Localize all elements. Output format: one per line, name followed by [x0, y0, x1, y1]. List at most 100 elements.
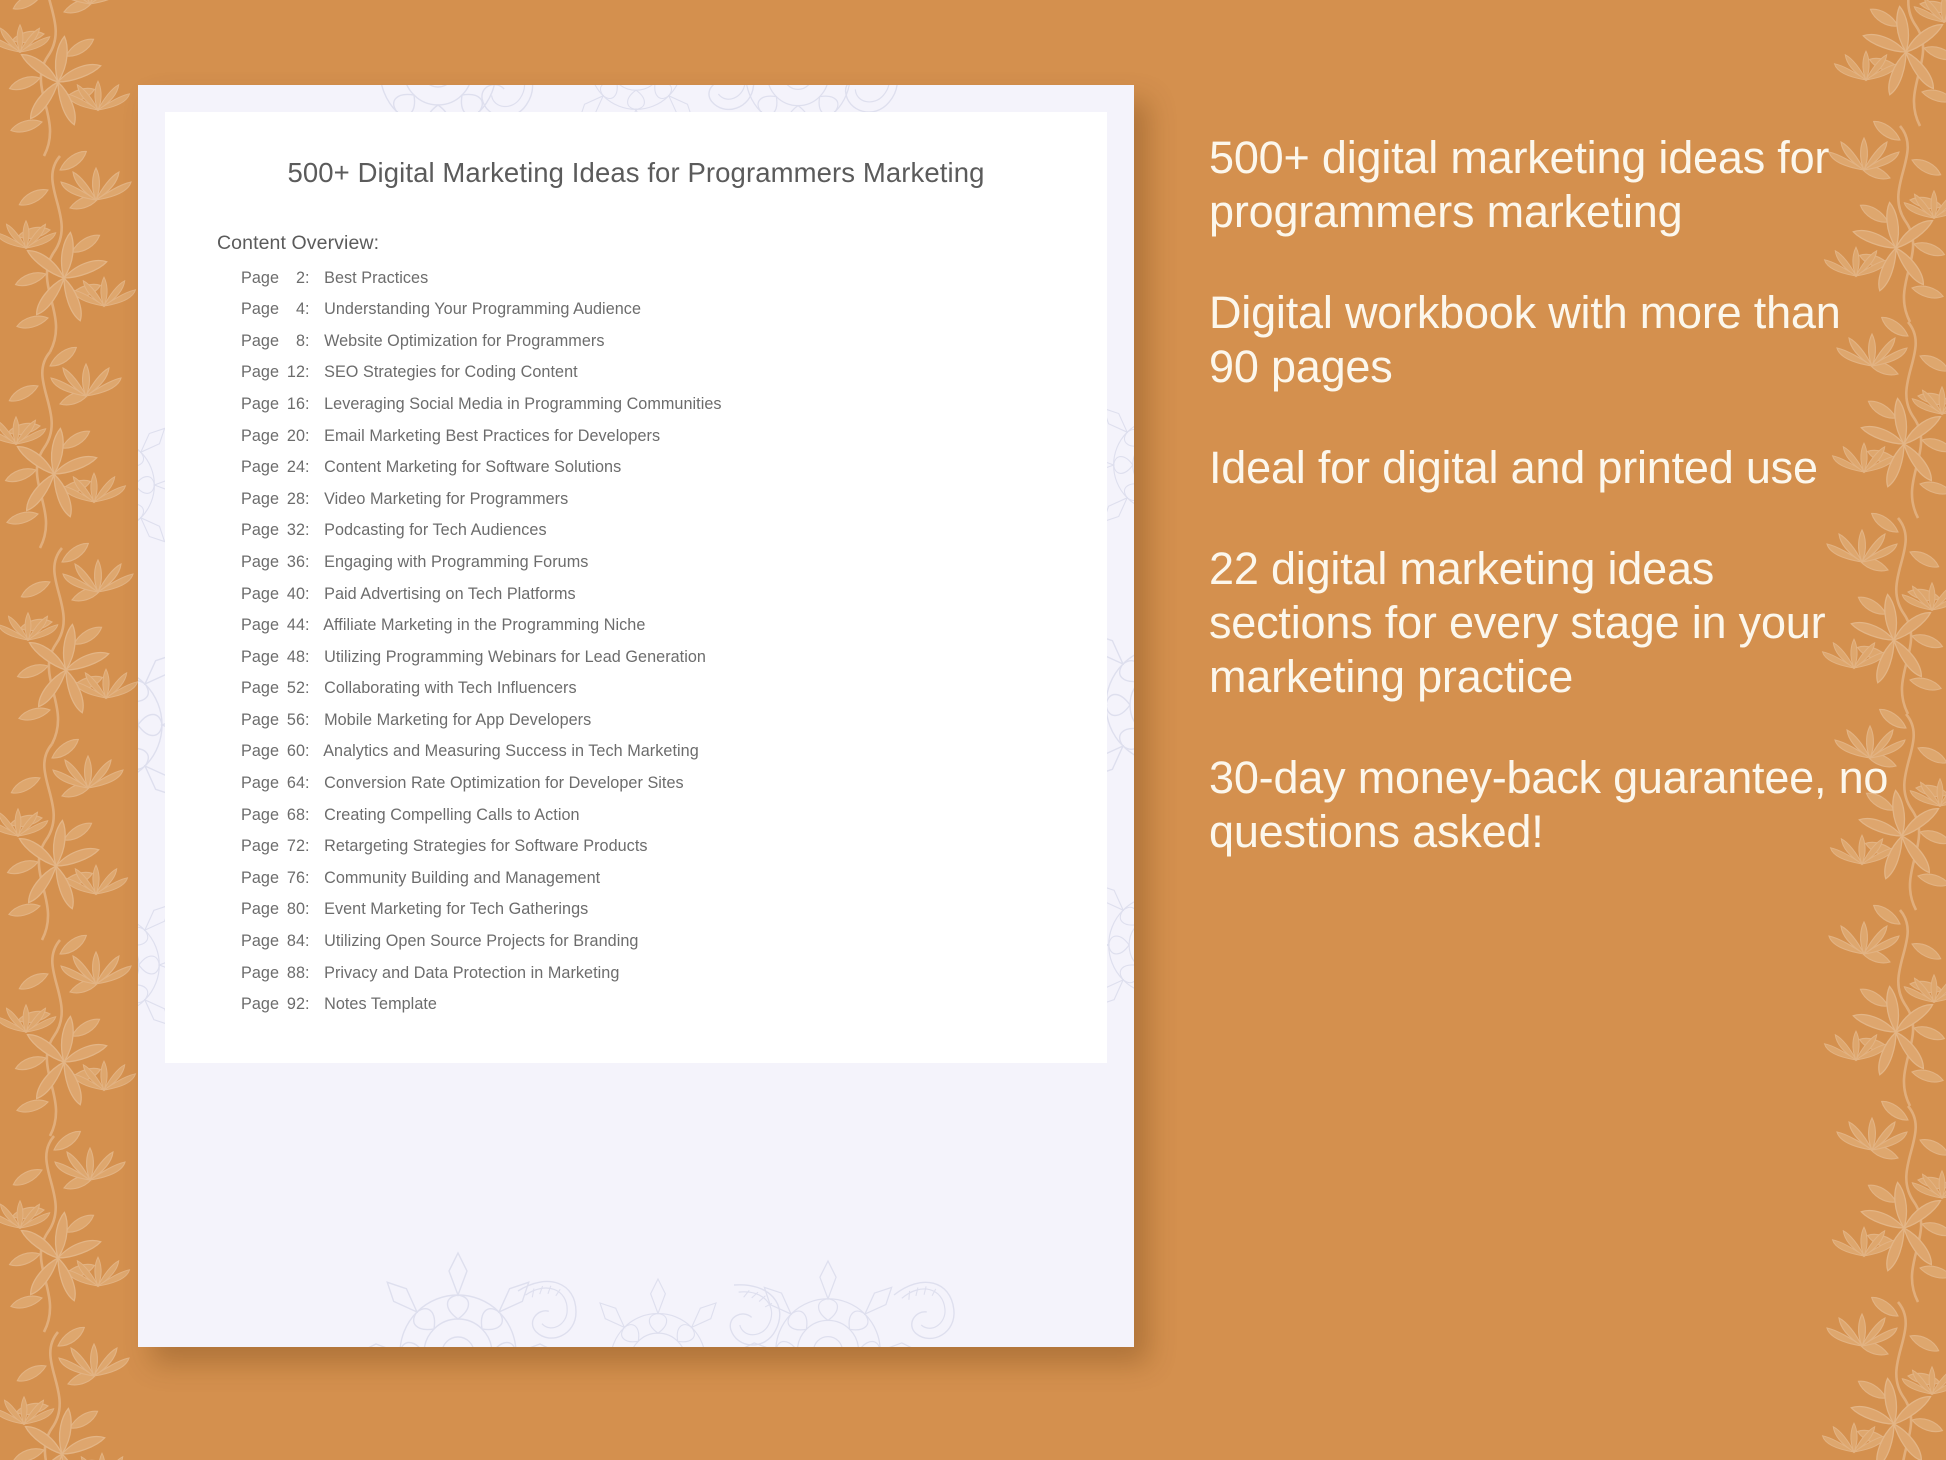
toc-entry[interactable]: Page 28: Video Marketing for Programmers	[241, 490, 1107, 522]
toc-entry-page-label: Page	[241, 616, 280, 635]
toc-entry[interactable]: Page 76: Community Building and Managemen…	[241, 869, 1107, 901]
toc-entry[interactable]: Page 72: Retargeting Strategies for Softw…	[241, 837, 1107, 869]
toc-entry-page: Page 68:	[241, 805, 310, 824]
toc-entry-title: Retargeting Strategies for Software Prod…	[315, 837, 648, 856]
toc-entry[interactable]: Page 56: Mobile Marketing for App Develop…	[241, 711, 1107, 743]
toc-entry[interactable]: Page 84: Utilizing Open Source Projects f…	[241, 932, 1107, 964]
toc-entry[interactable]: Page 92: Notes Template	[241, 995, 1107, 1027]
toc-entry-page: Page 32:	[241, 521, 310, 540]
toc-entry-page-number: 60	[286, 742, 306, 761]
toc-entry-page: Page 80:	[241, 900, 310, 919]
promo-paragraph: Ideal for digital and printed use	[1209, 442, 1818, 493]
toc-entry[interactable]: Page 4: Understanding Your Programming Au…	[241, 300, 1107, 332]
toc-entry[interactable]: Page 60: Analytics and Measuring Success …	[241, 742, 1107, 774]
toc-entry[interactable]: Page 40: Paid Advertising on Tech Platfor…	[241, 585, 1107, 617]
toc-entry-title: Privacy and Data Protection in Marketing	[315, 963, 620, 982]
toc-entry-page: Page 56:	[241, 710, 310, 729]
toc-entry-page-number: 56	[286, 710, 306, 729]
toc-entry-title: Notes Template	[315, 995, 437, 1014]
toc-entry[interactable]: Page 52: Collaborating with Tech Influenc…	[241, 679, 1107, 711]
toc-entry-page-label: Page	[241, 710, 280, 729]
toc-entry-page-label: Page	[241, 394, 280, 413]
toc-entry[interactable]: Page 44: Affiliate Marketing in the Progr…	[241, 616, 1107, 648]
toc-entry-page-number: 92	[286, 995, 306, 1014]
toc-entry-title: Understanding Your Programming Audience	[315, 300, 642, 319]
page-title: 500+ Digital Marketing Ideas for Program…	[287, 157, 985, 188]
toc-entry[interactable]: Page 16: Leveraging Social Media in Progr…	[241, 395, 1107, 427]
toc-entry-page-label: Page	[241, 774, 280, 793]
toc-entry-page-label: Page	[241, 426, 280, 445]
toc-entry-page-number: 4	[295, 300, 306, 319]
toc-entry-page: Page 4:	[241, 300, 310, 319]
promo-paragraph: Digital workbook with more than 90 pages	[1209, 287, 1841, 392]
toc-entry-page-number: 36	[286, 552, 306, 571]
toc-entry-page-number: 8	[295, 331, 306, 350]
toc-entry-page: Page 76:	[241, 868, 310, 887]
toc-entry-page-number: 16	[286, 394, 306, 413]
toc-entry-page-number: 40	[286, 584, 306, 603]
toc-entry-page-label: Page	[241, 932, 280, 951]
toc-entry-page-number: 28	[286, 489, 306, 508]
toc-entry-page: Page 2:	[241, 268, 310, 287]
toc-entry[interactable]: Page 32: Podcasting for Tech Audiences	[241, 521, 1107, 553]
toc-entry-page-number: 24	[286, 458, 306, 477]
toc-entry-page: Page 48:	[241, 647, 310, 666]
toc-entry-page-number: 76	[286, 868, 306, 887]
toc-entry-title: Event Marketing for Tech Gatherings	[315, 900, 589, 919]
toc-entry-page-label: Page	[241, 995, 280, 1014]
toc-entry-title: Collaborating with Tech Influencers	[315, 679, 577, 698]
toc-entry-title: Mobile Marketing for App Developers	[315, 710, 592, 729]
toc-entry-page-label: Page	[241, 552, 280, 571]
toc-entry-page-number: 68	[286, 805, 306, 824]
toc-entry-title: Utilizing Programming Webinars for Lead …	[315, 647, 706, 666]
toc-entry-page-number: 48	[286, 647, 306, 666]
toc-entry[interactable]: Page 36: Engaging with Programming Forums	[241, 553, 1107, 585]
toc-entry-title: Best Practices	[315, 268, 429, 287]
toc-entry[interactable]: Page 48: Utilizing Programming Webinars f…	[241, 648, 1107, 680]
toc-entry[interactable]: Page 68: Creating Compelling Calls to Act…	[241, 806, 1107, 838]
toc-entry[interactable]: Page 88: Privacy and Data Protection in M…	[241, 964, 1107, 996]
toc-entry[interactable]: Page 8: Website Optimization for Programm…	[241, 332, 1107, 364]
toc-entry-page: Page 20:	[241, 426, 310, 445]
toc-entry-page: Page 16:	[241, 394, 310, 413]
toc-entry[interactable]: Page 20: Email Marketing Best Practices f…	[241, 427, 1107, 459]
toc-entry-page-label: Page	[241, 489, 280, 508]
toc-entry-title: Community Building and Management	[315, 868, 601, 887]
toc-entry[interactable]: Page 80: Event Marketing for Tech Gatheri…	[241, 900, 1107, 932]
toc-entry-page-label: Page	[241, 805, 280, 824]
toc-entry-page: Page 64:	[241, 774, 310, 793]
toc-entry[interactable]: Page 24: Content Marketing for Software S…	[241, 458, 1107, 490]
toc-entry-page: Page 8:	[241, 331, 310, 350]
toc-entry-page-number: 84	[286, 932, 306, 951]
toc-entry-page: Page 84:	[241, 932, 310, 951]
toc-entry-page-label: Page	[241, 837, 280, 856]
toc-entry-page-label: Page	[241, 363, 280, 382]
toc-entry-title: Utilizing Open Source Projects for Brand…	[315, 932, 639, 951]
toc-entry-page-label: Page	[241, 742, 280, 761]
toc-entry-page: Page 60:	[241, 742, 310, 761]
toc-entry-page: Page 28:	[241, 489, 310, 508]
toc-entry[interactable]: Page 64: Conversion Rate Optimization for…	[241, 774, 1107, 806]
toc-entry-title: Creating Compelling Calls to Action	[315, 805, 580, 824]
table-of-contents: Page 2: Best Practices Page 4: Understandin…	[165, 255, 1107, 1027]
toc-entry-page-label: Page	[241, 963, 280, 982]
toc-entry-page-label: Page	[241, 331, 280, 350]
toc-entry-page-number: 44	[286, 616, 306, 635]
toc-entry-page: Page 36:	[241, 552, 310, 571]
document-page-sheet: 500+ Digital Marketing Ideas for Program…	[165, 112, 1107, 1063]
toc-entry-page-label: Page	[241, 647, 280, 666]
toc-entry-page-number: 64	[286, 774, 306, 793]
toc-entry-title: Content Marketing for Software Solutions	[315, 458, 622, 477]
toc-entry-page-label: Page	[241, 584, 280, 603]
toc-entry-page: Page 52:	[241, 679, 310, 698]
document-preview-card[interactable]: 500+ Digital Marketing Ideas for Program…	[138, 85, 1134, 1347]
toc-entry-page-label: Page	[241, 868, 280, 887]
toc-entry[interactable]: Page 2: Best Practices	[241, 269, 1107, 301]
toc-entry[interactable]: Page 12: SEO Strategies for Coding Conten…	[241, 363, 1107, 395]
promo-copy-column: 500+ digital marketing ideas for program…	[1209, 131, 1889, 859]
toc-entry-page-number: 32	[286, 521, 306, 540]
toc-entry-title: Email Marketing Best Practices for Devel…	[315, 426, 661, 445]
toc-entry-page: Page 24:	[241, 458, 310, 477]
toc-entry-page-number: 80	[286, 900, 306, 919]
toc-entry-page-number: 12	[286, 363, 306, 382]
